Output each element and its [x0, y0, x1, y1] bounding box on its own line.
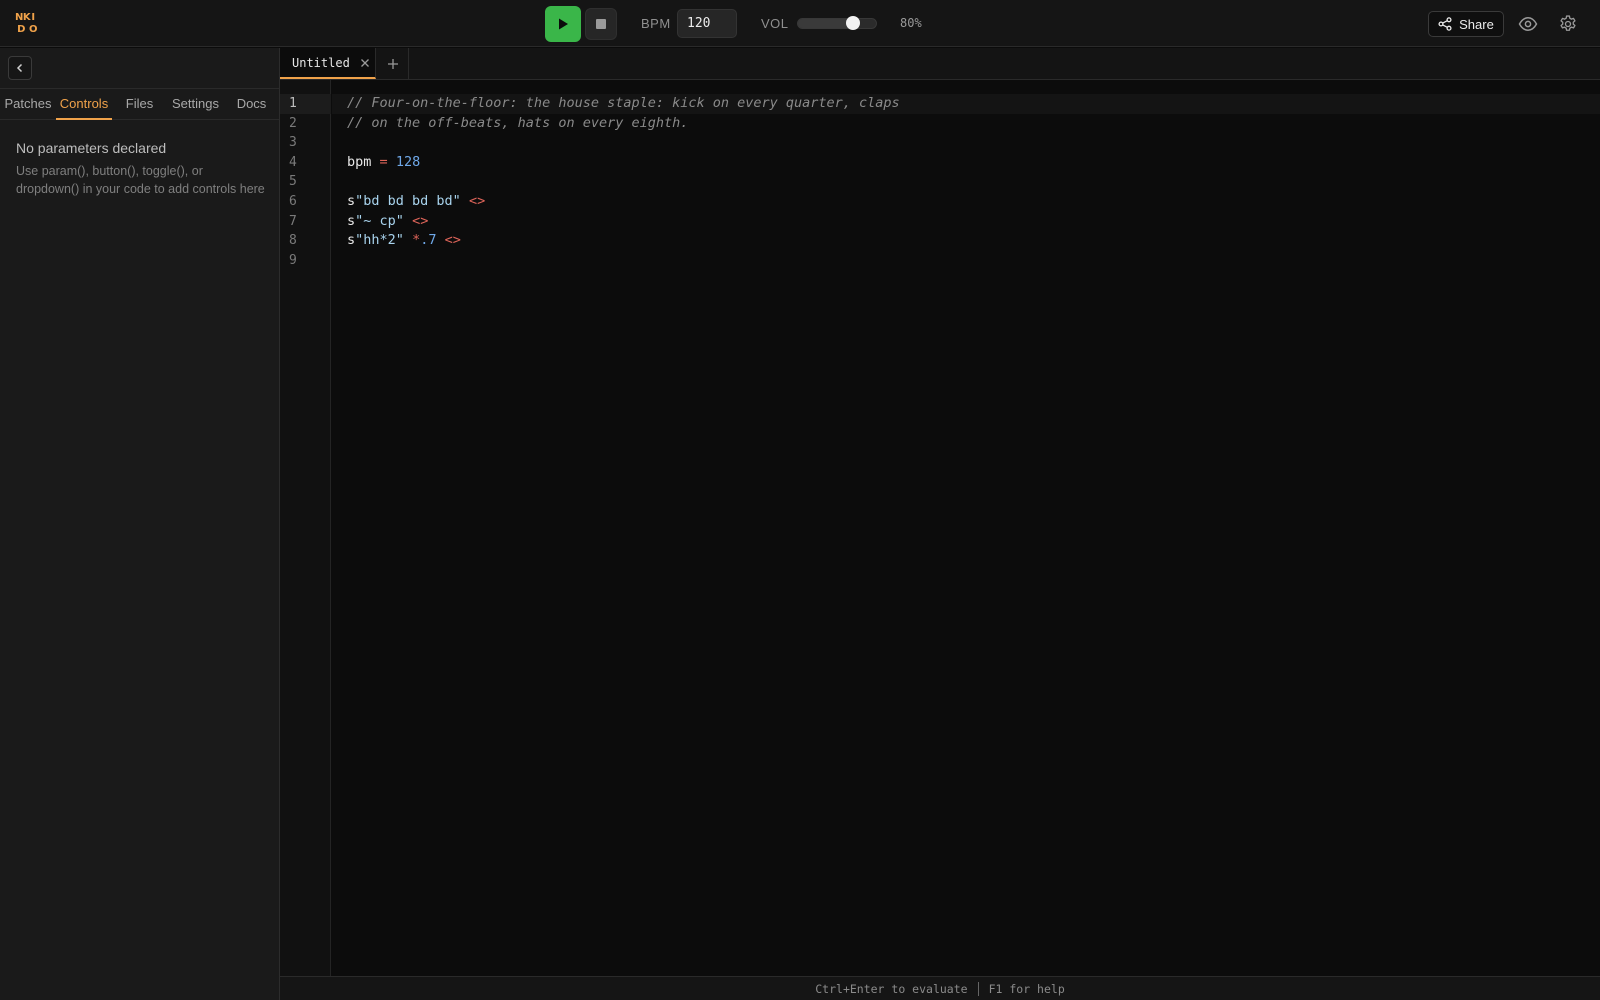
bpm-input[interactable] [677, 9, 737, 38]
chevron-left-icon [16, 63, 23, 73]
volume-label: VOL [761, 16, 789, 31]
status-hint-help: F1 for help [988, 981, 1065, 996]
code-editor: Untitled 1 2 3 4 5 6 7 8 9 // Four-on-th… [280, 48, 1600, 1000]
status-hint-evaluate: Ctrl+Enter to evaluate [815, 981, 968, 996]
code-line: s"bd bd bd bd" <> [347, 192, 900, 212]
code-number: .7 [420, 232, 437, 249]
gear-icon [1560, 15, 1576, 31]
logo-letter: O [28, 24, 38, 35]
controls-empty-description: Use param(), button(), toggle(), or drop… [16, 164, 265, 196]
code-content[interactable]: // Four-on-the-floor: the house staple: … [347, 94, 900, 270]
sidebar-tabs: Patches Controls Files Settings Docs [0, 88, 279, 120]
bpm-label: BPM [641, 16, 671, 31]
code-identifier: s [347, 192, 356, 209]
sidebar-tab-settings[interactable]: Settings [167, 89, 224, 120]
volume-percent: 80% [900, 16, 922, 30]
editor-tab-bar: Untitled [280, 48, 1600, 80]
logo-letter: NK [15, 12, 31, 23]
code-line: s"hh*2" *.7 <> [347, 231, 900, 251]
line-number: 3 [289, 135, 297, 151]
play-icon [559, 18, 568, 30]
status-separator [977, 981, 979, 996]
stop-button[interactable] [585, 8, 617, 40]
line-number-gutter: 1 2 3 4 5 6 7 8 9 [280, 80, 331, 976]
code-comment: // on the off-beats, hats on every eight… [347, 114, 689, 131]
code-string: "~ cp" [355, 212, 404, 229]
line-number: 5 [289, 174, 297, 190]
sidebar-tab-controls[interactable]: Controls [56, 89, 112, 120]
active-gutter-highlight [280, 94, 331, 114]
code-operator: = [379, 153, 388, 170]
plus-icon [387, 58, 398, 69]
line-number: 4 [289, 154, 297, 170]
code-line: // Four-on-the-floor: the house staple: … [347, 94, 900, 114]
pattern-marker-icon[interactable]: <> [445, 232, 461, 248]
volume-fill [798, 19, 853, 28]
volume-thumb[interactable] [845, 16, 860, 30]
settings-button[interactable] [1557, 13, 1579, 35]
app-logo: NK I D O [15, 12, 39, 36]
code-operator: * [412, 232, 421, 249]
code-identifier: s [347, 232, 356, 249]
code-string: "hh*2" [355, 232, 404, 249]
editor-tab-label: Untitled [292, 55, 350, 70]
share-label: Share [1459, 16, 1494, 32]
volume-slider[interactable] [797, 16, 877, 30]
add-tab-button[interactable] [377, 48, 409, 79]
play-button[interactable] [545, 6, 581, 42]
eye-icon [1518, 17, 1538, 31]
code-comment: // Four-on-the-floor: the house staple: … [347, 95, 900, 111]
pattern-marker-icon[interactable]: <> [412, 213, 428, 229]
code-identifier: s [347, 212, 356, 229]
line-number: 7 [289, 213, 297, 229]
code-line: s"~ cp" <> [347, 212, 900, 232]
share-icon [1438, 17, 1452, 31]
line-number: 8 [289, 233, 297, 249]
sidebar: Patches Controls Files Settings Docs No … [0, 48, 280, 1000]
code-identifier: bpm [347, 153, 372, 170]
share-button[interactable]: Share [1428, 11, 1504, 37]
line-number: 1 [289, 96, 297, 111]
line-number: 2 [289, 115, 297, 131]
preview-button[interactable] [1517, 13, 1539, 35]
line-number: 9 [289, 252, 297, 268]
status-bar: Ctrl+Enter to evaluate F1 for help [280, 976, 1600, 1000]
controls-empty-title: No parameters declared [16, 140, 167, 156]
stop-icon [596, 19, 606, 29]
top-bar: NK I D O BPM VOL 80% Share [0, 0, 1600, 47]
logo-letter: D [17, 24, 25, 35]
line-number: 6 [289, 194, 297, 209]
code-line: bpm = 128 [347, 153, 900, 173]
sidebar-tab-patches[interactable]: Patches [0, 89, 56, 120]
sidebar-tab-files[interactable]: Files [112, 89, 167, 120]
collapse-sidebar-button[interactable] [8, 56, 32, 80]
code-line: // on the off-beats, hats on every eight… [347, 114, 900, 134]
logo-letter: I [31, 12, 35, 23]
code-string: "bd bd bd bd" [355, 192, 461, 209]
close-icon[interactable] [360, 58, 370, 68]
sidebar-tab-docs[interactable]: Docs [224, 89, 279, 120]
pattern-marker-icon[interactable]: <> [469, 193, 485, 209]
code-number: 128 [395, 153, 421, 170]
editor-tab-untitled[interactable]: Untitled [280, 48, 376, 79]
